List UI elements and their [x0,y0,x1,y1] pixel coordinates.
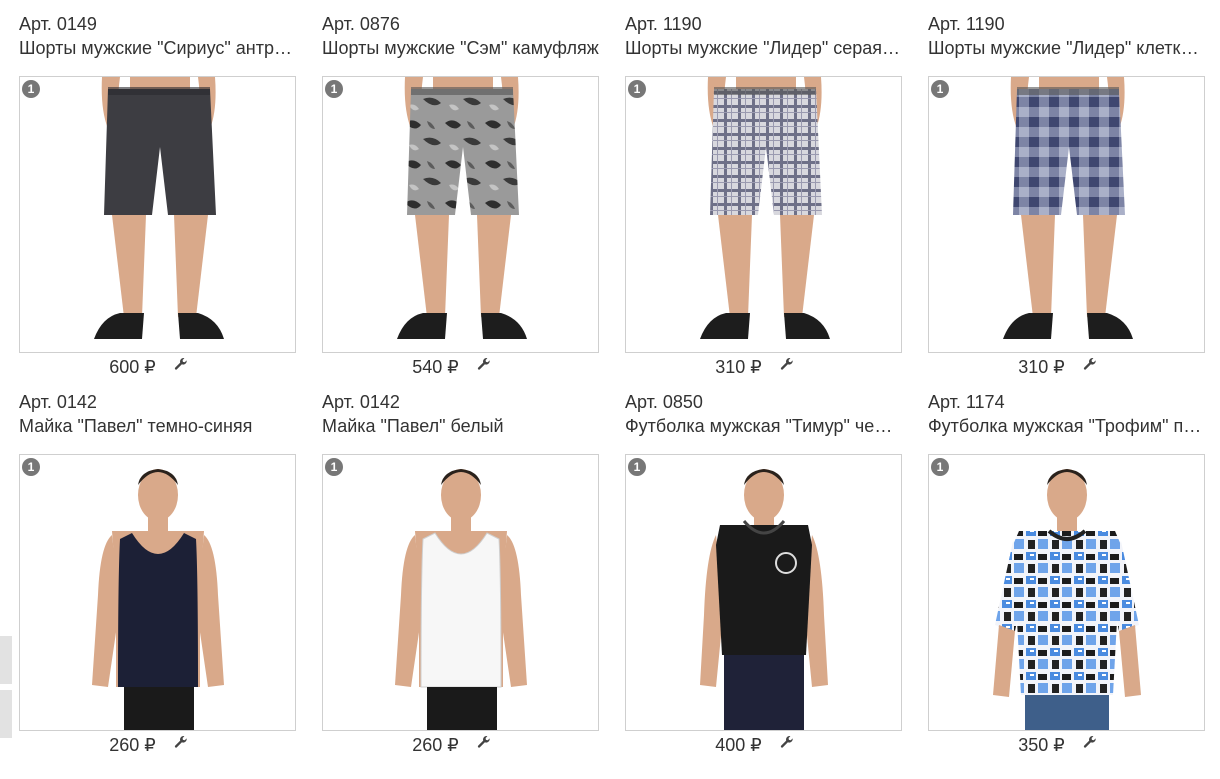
product-article: Арт. 0876 [322,14,400,34]
product-price: 600 ₽ [109,357,156,377]
product-image[interactable]: 1 [625,76,902,353]
product-card[interactable]: Арт. 1174 Футболка мужская "Трофим" прин… [928,390,1205,755]
product-image[interactable]: 1 [19,454,296,731]
product-image[interactable]: 1 [322,76,599,353]
product-image[interactable]: 1 [928,454,1205,731]
image-count-badge: 1 [325,458,343,476]
product-price: 350 ₽ [1018,735,1065,755]
image-count-badge: 1 [628,80,646,98]
product-illustration [323,77,598,352]
product-article: Арт. 1174 [928,392,1005,412]
wrench-icon[interactable] [1083,353,1097,377]
product-card[interactable]: Арт. 0876 Шорты мужские "Сэм" камуфляж 1… [322,12,599,377]
product-price: 400 ₽ [715,735,762,755]
product-illustration [626,455,901,730]
product-card[interactable]: Арт. 1190 Шорты мужские "Лидер" серая кл… [625,12,902,377]
wrench-icon[interactable] [477,731,491,755]
product-article: Арт. 0850 [625,392,703,412]
product-card[interactable]: Арт. 0850 Футболка мужская "Тимур" черна… [625,390,902,755]
product-price: 260 ₽ [412,735,459,755]
product-illustration [929,455,1204,730]
wrench-icon[interactable] [780,731,794,755]
product-price: 310 ₽ [1018,357,1065,377]
product-name[interactable]: Футболка мужская "Трофим" принт [928,414,1205,438]
image-count-badge: 1 [325,80,343,98]
side-scroll-tab-lower[interactable] [0,690,12,738]
product-card[interactable]: Арт. 1190 Шорты мужские "Лидер" клетка с… [928,12,1205,377]
product-article: Арт. 0149 [19,14,97,34]
product-illustration [323,455,598,730]
product-illustration [626,77,901,352]
product-image[interactable]: 1 [19,76,296,353]
product-price: 260 ₽ [109,735,156,755]
wrench-icon[interactable] [1083,731,1097,755]
product-grid: Арт. 0149 Шорты мужские "Сириус" антраци… [19,12,1205,755]
product-image[interactable]: 1 [625,454,902,731]
product-name[interactable]: Футболка мужская "Тимур" черная [625,414,902,438]
wrench-icon[interactable] [477,353,491,377]
product-card[interactable]: Арт. 0142 Майка "Павел" белый 1 260 ₽ [322,390,599,755]
product-card[interactable]: Арт. 0142 Майка "Павел" темно-синяя 1 26… [19,390,296,755]
product-image[interactable]: 1 [322,454,599,731]
product-image[interactable]: 1 [928,76,1205,353]
image-count-badge: 1 [931,458,949,476]
product-illustration [929,77,1204,352]
image-count-badge: 1 [22,458,40,476]
product-name[interactable]: Майка "Павел" белый [322,414,599,438]
image-count-badge: 1 [22,80,40,98]
wrench-icon[interactable] [174,353,188,377]
wrench-icon[interactable] [174,731,188,755]
side-scroll-tab-upper[interactable] [0,636,12,684]
product-article: Арт. 0142 [19,392,97,412]
product-article: Арт. 1190 [625,14,702,34]
product-name[interactable]: Майка "Павел" темно-синяя [19,414,296,438]
product-card[interactable]: Арт. 0149 Шорты мужские "Сириус" антраци… [19,12,296,377]
product-name[interactable]: Шорты мужские "Лидер" серая клетка [625,36,902,60]
product-illustration [20,455,295,730]
product-illustration [20,77,295,352]
image-count-badge: 1 [931,80,949,98]
product-price: 310 ₽ [715,357,762,377]
image-count-badge: 1 [628,458,646,476]
product-article: Арт. 1190 [928,14,1005,34]
product-price: 540 ₽ [412,357,459,377]
product-name[interactable]: Шорты мужские "Сириус" антрацит [19,36,296,60]
product-article: Арт. 0142 [322,392,400,412]
product-name[interactable]: Шорты мужские "Сэм" камуфляж [322,36,599,60]
product-name[interactable]: Шорты мужские "Лидер" клетка синяя [928,36,1205,60]
wrench-icon[interactable] [780,353,794,377]
